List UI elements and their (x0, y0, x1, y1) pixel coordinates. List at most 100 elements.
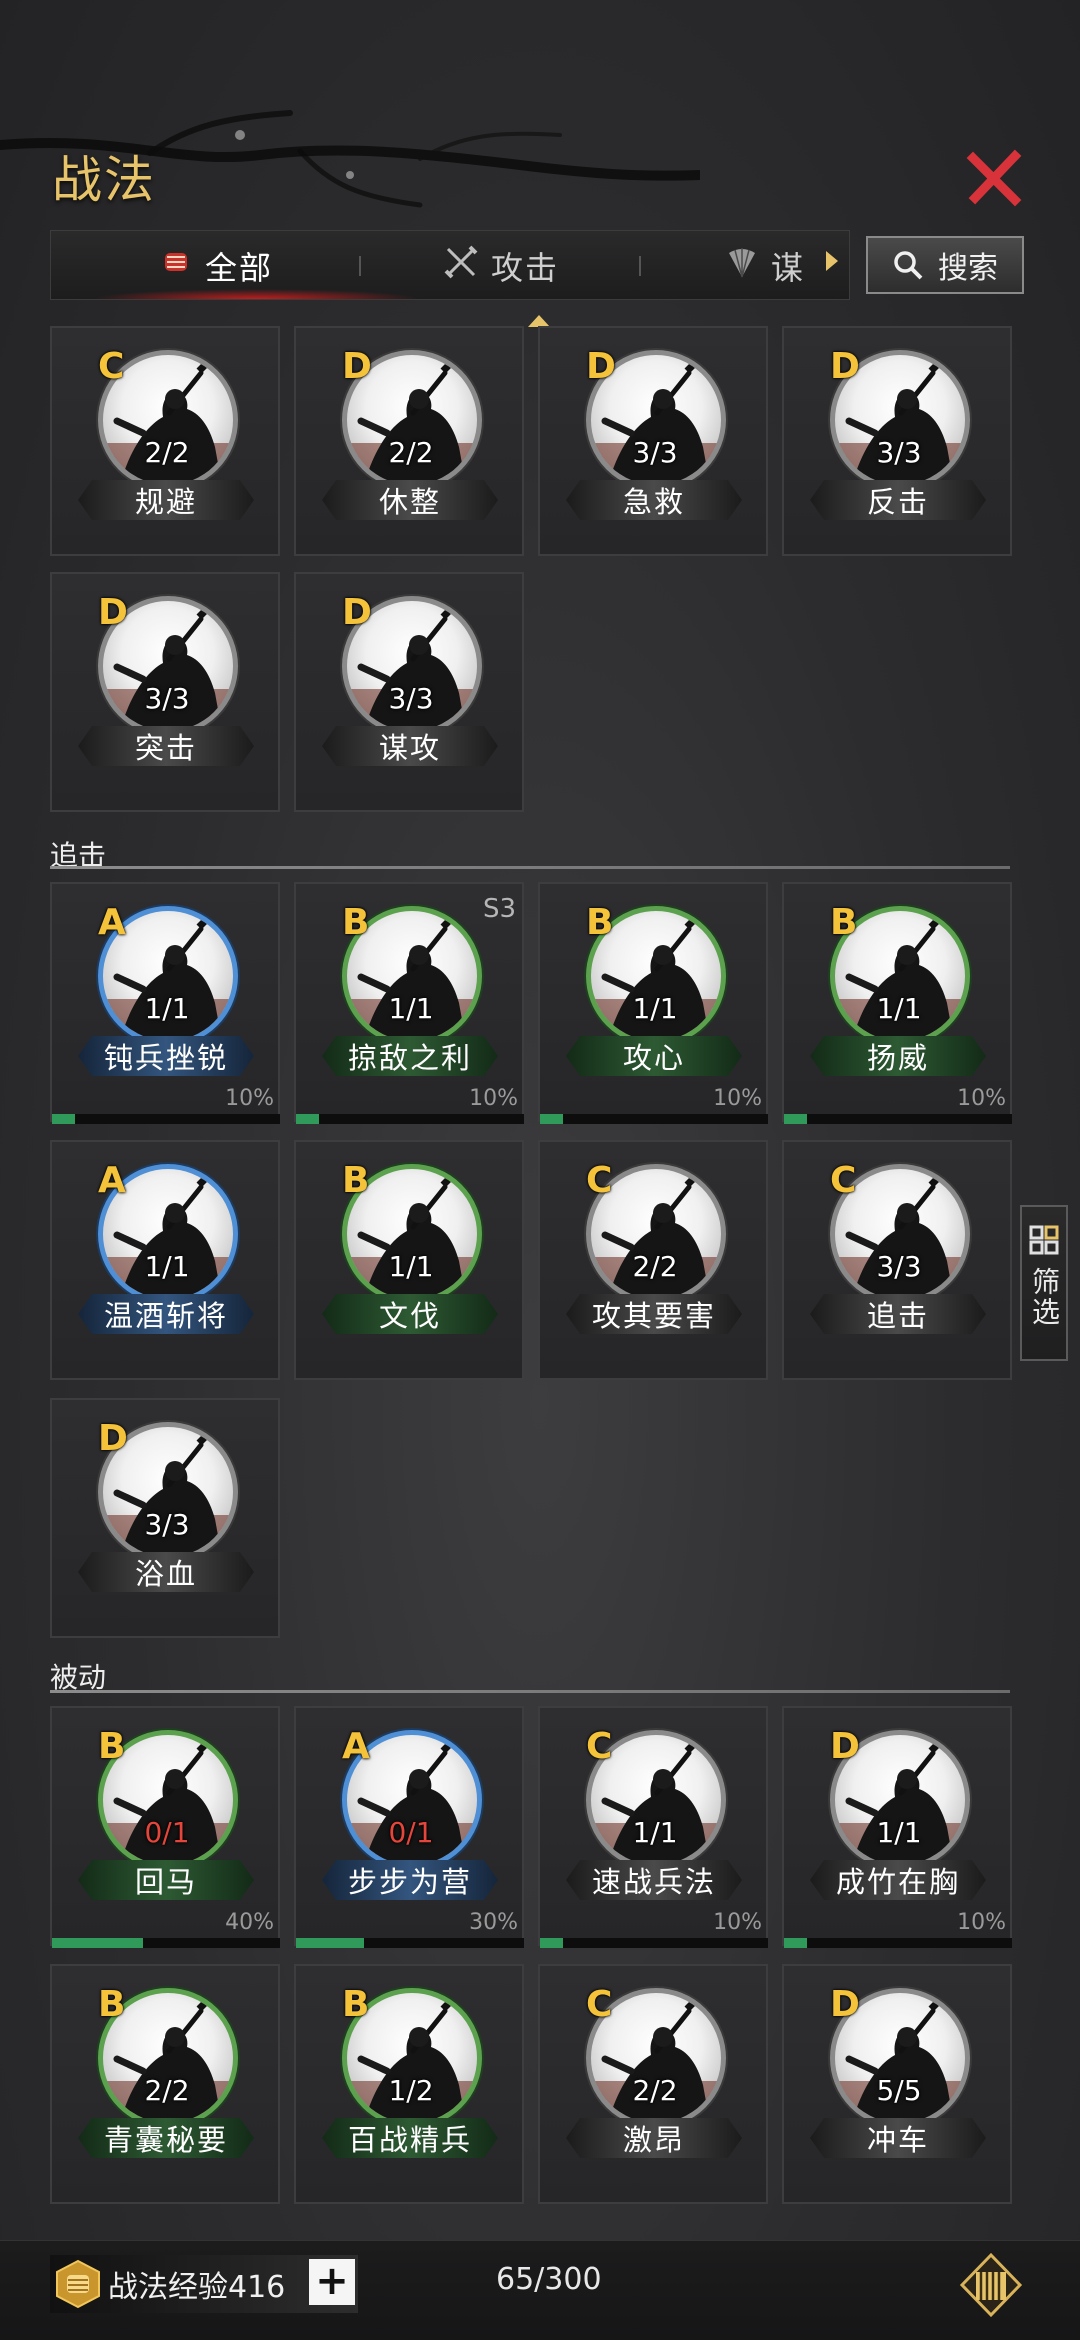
season-tag: S3 (482, 894, 516, 924)
tactic-card[interactable]: B 1/2 百战精兵 (294, 1964, 524, 2204)
tactic-grade: C (830, 1160, 857, 1201)
tactic-grade: D (830, 1726, 860, 1767)
tactic-name: 速战兵法 (566, 1860, 742, 1900)
tactic-card[interactable]: A 1/1 温酒斩将 (50, 1140, 280, 1380)
tactic-card[interactable]: C 2/2 激昂 (538, 1964, 768, 2204)
tactic-name: 谋攻 (322, 726, 498, 766)
tab-scroll-right-icon[interactable] (826, 251, 838, 271)
tab-divider (359, 256, 361, 276)
progress-percent: 10% (225, 1086, 274, 1111)
section-divider (50, 866, 1010, 869)
progress-bar (296, 1938, 524, 1948)
tactic-grade: B (342, 902, 370, 943)
tactic-name: 追击 (810, 1294, 986, 1334)
category-tab-bar: 全部 攻击 谋 (50, 230, 850, 300)
tactic-level: 1/1 (144, 1250, 190, 1283)
search-icon (894, 251, 923, 280)
tactic-card[interactable]: A 0/1 步步为营 30% (294, 1706, 524, 1948)
progress-percent: 10% (957, 1910, 1006, 1935)
tactic-level: 3/3 (876, 1250, 922, 1283)
tactic-name: 规避 (78, 480, 254, 520)
tactic-grade: C (586, 1726, 613, 1767)
tactic-grade: D (98, 1418, 128, 1459)
tactic-card[interactable]: C 2/2 规避 (50, 326, 280, 556)
tactic-level: 2/2 (388, 436, 434, 469)
page-title: 战法 (52, 151, 156, 209)
tactic-card[interactable]: D 5/5 冲车 (782, 1964, 1012, 2204)
tactic-name: 激昂 (566, 2118, 742, 2158)
tactic-name: 反击 (810, 480, 986, 520)
tab-strategy-label: 谋 (771, 249, 806, 287)
gate-icon[interactable] (958, 2252, 1024, 2318)
tactic-name: 成竹在胸 (810, 1860, 986, 1900)
tactic-name: 钝兵挫锐 (78, 1036, 254, 1076)
tactic-level: 2/2 (144, 436, 190, 469)
tactic-card[interactable]: D 3/3 急救 (538, 326, 768, 556)
tactic-name: 青囊秘要 (78, 2118, 254, 2158)
tactic-card[interactable]: C 3/3 追击 (782, 1140, 1012, 1380)
tactic-name: 扬威 (810, 1036, 986, 1076)
tactic-card[interactable]: B 2/2 青囊秘要 (50, 1964, 280, 2204)
fan-icon (725, 245, 759, 287)
tactic-level: 0/1 (388, 1816, 434, 1849)
progress-percent: 40% (225, 1910, 274, 1935)
tactic-card[interactable]: D 3/3 反击 (782, 326, 1012, 556)
filter-button[interactable]: 筛选 (1020, 1205, 1068, 1361)
add-exp-button[interactable]: + (309, 2259, 355, 2305)
tab-strategy[interactable]: 谋 (725, 231, 805, 301)
tactic-grade: C (98, 346, 125, 387)
section-divider (50, 1690, 1010, 1693)
tactic-name: 回马 (78, 1860, 254, 1900)
tactic-card[interactable]: D 2/2 休整 (294, 326, 524, 556)
tactic-card[interactable]: B 1/1 文伐 (294, 1140, 524, 1380)
search-label: 搜索 (938, 251, 998, 286)
search-button[interactable]: 搜索 (866, 236, 1024, 294)
progress-bar (540, 1938, 768, 1948)
tab-all-label: 全部 (205, 249, 274, 287)
progress-bar (784, 1114, 1012, 1124)
tactic-level: 3/3 (144, 1508, 190, 1541)
tactic-card[interactable]: B 1/1 掠敌之利 S3 10% (294, 882, 524, 1124)
tactic-grade: B (342, 1160, 370, 1201)
progress-percent: 10% (469, 1086, 518, 1111)
tactic-level: 3/3 (632, 436, 678, 469)
tactic-grade: B (98, 1984, 126, 2025)
tactic-card[interactable]: D 3/3 浴血 (50, 1398, 280, 1638)
tactic-card[interactable]: C 2/2 攻其要害 (538, 1140, 768, 1380)
tactic-card[interactable]: B 0/1 回马 40% (50, 1706, 280, 1948)
tactic-card[interactable]: D 1/1 成竹在胸 10% (782, 1706, 1012, 1948)
progress-bar (52, 1938, 280, 1948)
tactic-level: 1/1 (876, 1816, 922, 1849)
tactic-card[interactable]: A 1/1 钝兵挫锐 10% (50, 882, 280, 1124)
tactic-name: 急救 (566, 480, 742, 520)
tactic-grade: A (342, 1726, 370, 1767)
tactic-level: 1/1 (632, 992, 678, 1025)
tactic-card[interactable]: B 1/1 攻心 10% (538, 882, 768, 1124)
progress-fill (296, 1114, 319, 1124)
progress-fill (52, 1114, 75, 1124)
tactic-level: 3/3 (876, 436, 922, 469)
tab-attack-label: 攻击 (491, 249, 560, 287)
progress-fill (784, 1938, 807, 1948)
tab-all[interactable]: 全部 (159, 231, 273, 301)
tactic-grade: D (830, 1984, 860, 2025)
tab-attack[interactable]: 攻击 (443, 231, 559, 301)
progress-bar (784, 1938, 1012, 1948)
exp-fist-icon (56, 2259, 100, 2309)
tactic-level: 2/2 (632, 1250, 678, 1283)
fist-icon (159, 245, 193, 287)
tactic-grade: D (342, 592, 372, 633)
tactic-card[interactable]: B 1/1 扬威 10% (782, 882, 1012, 1124)
tab-divider (639, 256, 641, 276)
tactic-card[interactable]: C 1/1 速战兵法 10% (538, 1706, 768, 1948)
tactic-card[interactable]: D 3/3 谋攻 (294, 572, 524, 812)
close-button[interactable] (965, 148, 1025, 208)
tactic-name: 攻其要害 (566, 1294, 742, 1334)
tactic-name: 休整 (322, 480, 498, 520)
tactic-level: 2/2 (632, 2074, 678, 2107)
tactic-grade: B (830, 902, 858, 943)
tactic-name: 温酒斩将 (78, 1294, 254, 1334)
tactic-level: 3/3 (388, 682, 434, 715)
tactic-card[interactable]: D 3/3 突击 (50, 572, 280, 812)
progress-percent: 30% (469, 1910, 518, 1935)
